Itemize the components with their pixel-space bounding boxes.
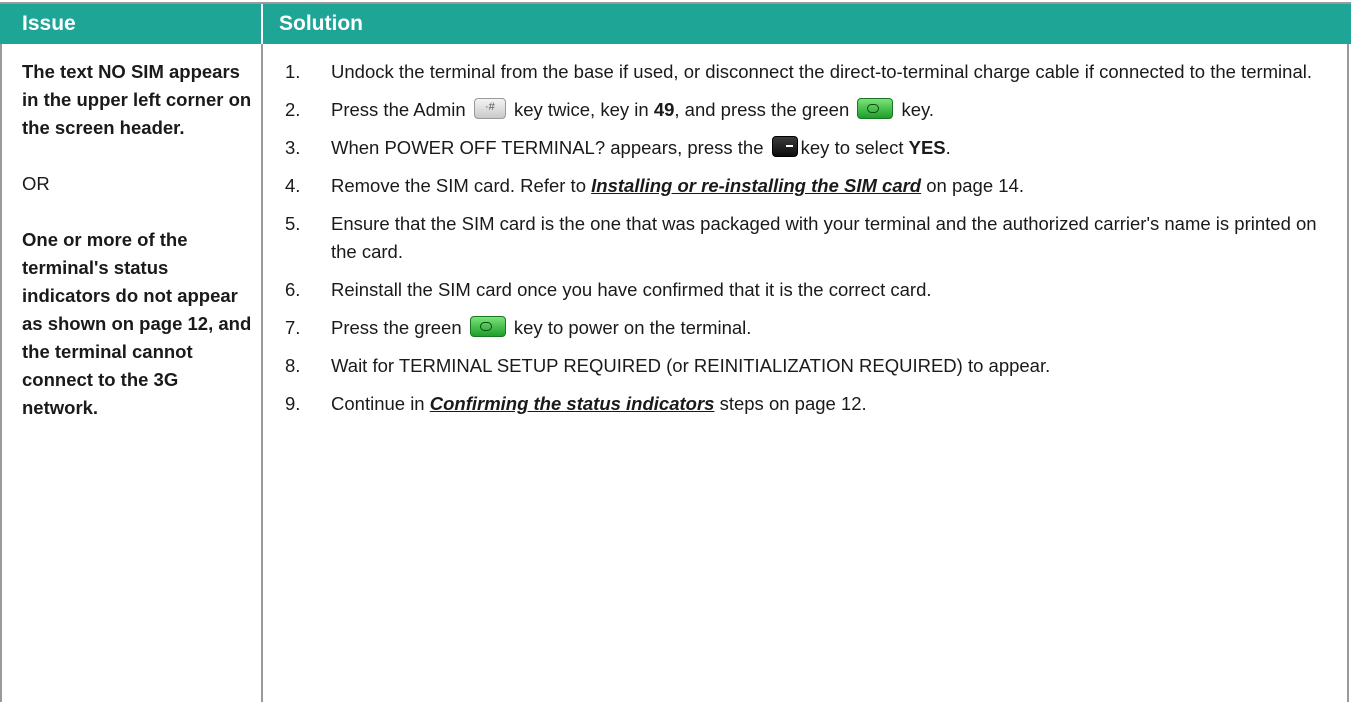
step-7: 7. Press the green key to power on the t… [285,314,1335,342]
step-text: Press the Admin [331,99,466,120]
step-text: Reinstall the SIM card once you have con… [331,279,932,300]
step-text: , and press the green [674,99,850,120]
step-text: Press the green [331,317,462,338]
step-text: Ensure that the SIM card is the one that… [331,213,1317,262]
step-number: 1. [285,61,301,82]
step-8: 8. Wait for TERMINAL SETUP REQUIRED (or … [285,352,1335,380]
issue-text-2: One or more of the terminal's status ind… [22,229,252,418]
step-text: on page 14. [926,175,1024,196]
header-solution: Solution [279,12,363,35]
step-text: key to power on the terminal. [513,317,752,338]
right-border [1347,44,1349,702]
step-5: 5. Ensure that the SIM card is the one t… [285,210,1335,266]
step-text: key to select [800,137,904,158]
step-6: 6. Reinstall the SIM card once you have … [285,276,1335,304]
step-text: Continue in [331,393,425,414]
step-number: 3. [285,137,301,158]
step-number: 2. [285,99,301,120]
step-bold: YES [908,137,946,158]
step-3: 3. When POWER OFF TERMINAL? appears, pre… [285,134,1335,162]
left-border [0,44,2,702]
step-bold: 49 [653,99,675,120]
step-text: Wait for TERMINAL SETUP REQUIRED (or REI… [331,355,1051,376]
step-text: key twice, key in [513,99,649,120]
step-number: 4. [285,175,301,196]
step-number: 8. [285,355,301,376]
step-text: Undock the terminal from the base if use… [331,61,1312,82]
issue-cell: The text NO SIM appears in the upper lef… [22,58,254,422]
step-4: 4. Remove the SIM card. Refer to Install… [285,172,1335,200]
step-text: When POWER OFF TERMINAL? appears, press … [331,137,764,158]
step-1: 1. Undock the terminal from the base if … [285,58,1335,86]
step-number: 6. [285,279,301,300]
green-key-icon [857,98,894,119]
admin-key-icon: ·# [473,98,506,119]
step-text: . [945,137,951,158]
green-key-icon [469,316,506,337]
header-issue: Issue [22,12,76,35]
solution-steps: 1. Undock the terminal from the base if … [285,58,1335,428]
step-9: 9. Continue in Confirming the status ind… [285,390,1335,418]
issue-text-1: The text NO SIM appears in the upper lef… [22,61,252,138]
step-number: 7. [285,317,301,338]
table-header-row: Issue Solution [0,4,1351,44]
header-divider [261,4,263,44]
step-text: Remove the SIM card. Refer to [331,175,586,196]
step-2: 2. Press the Admin ·# key twice, key in … [285,96,1335,124]
black-softkey-icon [771,136,798,157]
step-text: key. [901,99,935,120]
confirming-status-link[interactable]: Confirming the status indicators [430,393,715,414]
step-number: 9. [285,393,301,414]
step-number: 5. [285,213,301,234]
issue-or: OR [22,173,50,194]
step-text: steps on page 12. [719,393,867,414]
troubleshooting-table: Issue Solution The text NO SIM appears i… [0,0,1351,702]
admin-key-glyph: ·# [484,101,495,113]
installing-sim-link[interactable]: Installing or re-installing the SIM card [591,175,921,196]
column-divider [261,44,263,702]
